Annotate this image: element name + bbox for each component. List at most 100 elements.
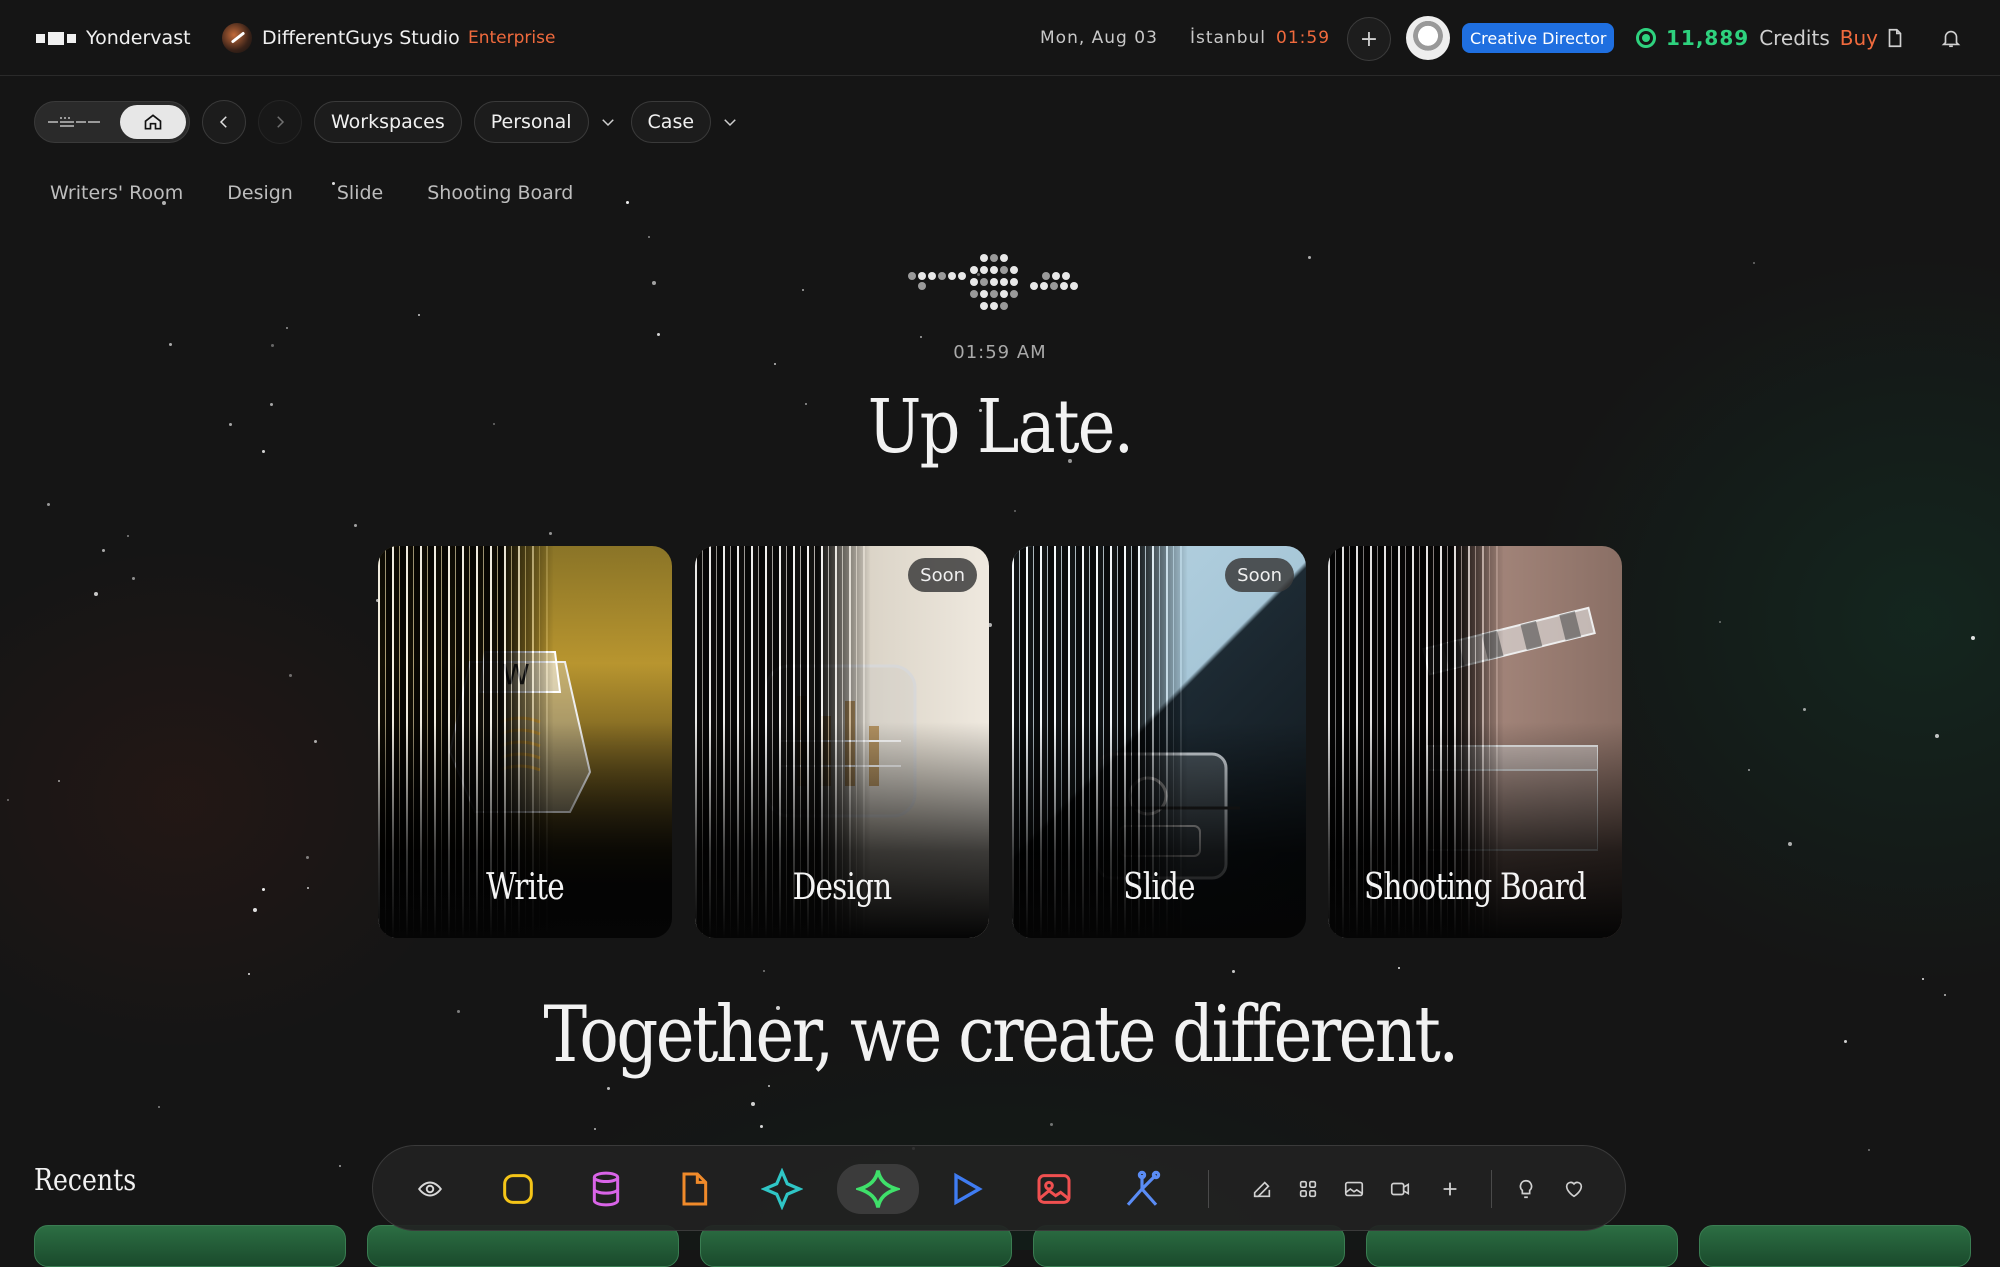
subnav-design[interactable]: Design — [227, 182, 293, 204]
dock-divider — [1208, 1170, 1209, 1208]
plus-icon[interactable] — [1425, 1164, 1475, 1214]
case-button[interactable]: Case — [630, 101, 712, 143]
grid-icon[interactable] — [1283, 1164, 1333, 1214]
subnav-writers-room[interactable]: Writers' Room — [50, 182, 183, 204]
recent-item[interactable] — [367, 1225, 679, 1267]
recent-item[interactable] — [1366, 1225, 1678, 1267]
forward-button[interactable] — [258, 100, 302, 144]
add-button[interactable]: + — [1347, 17, 1391, 61]
studio-name: DifferentGuys Studio — [262, 27, 460, 49]
write-card[interactable]: W Write — [378, 546, 672, 938]
database-icon[interactable] — [581, 1164, 631, 1214]
logo-dot — [958, 272, 966, 280]
star — [607, 1087, 610, 1090]
recent-item[interactable] — [700, 1225, 1012, 1267]
eye-icon[interactable] — [405, 1164, 455, 1214]
star — [307, 887, 309, 889]
logo-dot — [980, 278, 988, 286]
sparkle-icon[interactable] — [837, 1164, 919, 1214]
logo-dot — [948, 272, 956, 280]
star — [1308, 256, 1311, 259]
image-small-icon[interactable] — [1329, 1164, 1379, 1214]
edit-icon[interactable] — [1237, 1164, 1287, 1214]
image-icon[interactable] — [1029, 1164, 1079, 1214]
card-title: Write — [486, 867, 565, 908]
workspaces-button[interactable]: Workspaces — [314, 101, 462, 143]
logo-dot — [970, 266, 978, 274]
logo-dot — [980, 266, 988, 274]
brand-name: Yondervast — [86, 27, 191, 49]
logo-dot — [1010, 266, 1018, 274]
video-icon[interactable] — [1375, 1164, 1425, 1214]
role-badge[interactable]: Creative Director — [1462, 23, 1615, 53]
studio-switcher[interactable]: DifferentGuys Studio — [222, 0, 460, 76]
logo-dot — [980, 254, 988, 262]
user-avatar[interactable] — [1406, 16, 1450, 60]
buy-credits-link[interactable]: Buy — [1840, 26, 1878, 50]
city-clock: İstanbul 01:59 — [1190, 0, 1330, 76]
diamond-star-icon[interactable] — [757, 1164, 807, 1214]
logo-dot — [1000, 290, 1008, 298]
star — [1844, 1040, 1847, 1043]
star — [1868, 1149, 1870, 1151]
brand-logo[interactable]: Yondervast — [36, 0, 191, 76]
heart-icon[interactable] — [1549, 1164, 1599, 1214]
logo-dot — [970, 278, 978, 286]
star — [648, 236, 650, 238]
logo-dot — [1040, 282, 1048, 290]
shooting-board-card[interactable]: Shooting Board — [1328, 546, 1622, 938]
view-toggle[interactable] — [34, 101, 190, 143]
chevron-down-icon[interactable] — [597, 113, 619, 131]
home-icon[interactable] — [120, 105, 186, 139]
card-title: Slide — [1123, 867, 1195, 908]
logo-dot — [990, 290, 998, 298]
logo-dot — [1062, 272, 1070, 280]
hero-clock: 01:59 AM — [953, 342, 1047, 363]
dots-mini-icon[interactable] — [38, 105, 110, 139]
logo-dot — [1052, 272, 1060, 280]
recent-item[interactable] — [1699, 1225, 1971, 1267]
star — [289, 674, 292, 677]
logo-dot — [1010, 278, 1018, 286]
star — [262, 888, 265, 891]
star — [751, 1102, 755, 1106]
square-icon[interactable] — [493, 1164, 543, 1214]
subnav-slide[interactable]: Slide — [337, 182, 383, 204]
star — [132, 577, 135, 580]
star — [418, 314, 420, 316]
star — [1050, 1123, 1053, 1126]
design-card[interactable]: Soon Design — [695, 546, 989, 938]
top-bar: Yondervast DifferentGuys Studio Enterpri… — [0, 0, 2000, 76]
star — [1971, 636, 1975, 640]
recent-item[interactable] — [34, 1225, 346, 1267]
city-name: İstanbul — [1190, 28, 1267, 48]
soon-badge: Soon — [908, 558, 977, 592]
subnav-shooting-board[interactable]: Shooting Board — [427, 182, 573, 204]
star — [774, 363, 776, 365]
logo-dot — [970, 290, 978, 298]
recent-item[interactable] — [1033, 1225, 1345, 1267]
document-icon[interactable] — [1884, 0, 1906, 76]
branch-icon[interactable] — [1117, 1164, 1167, 1214]
chevron-down-icon[interactable] — [719, 113, 741, 131]
personal-button[interactable]: Personal — [473, 101, 589, 143]
star — [594, 1128, 596, 1130]
logo-dot — [1000, 254, 1008, 262]
play-icon[interactable] — [941, 1164, 991, 1214]
bell-icon[interactable] — [1940, 0, 1962, 76]
star — [1014, 510, 1016, 512]
soon-badge: Soon — [1225, 558, 1294, 592]
star — [920, 336, 922, 338]
star — [1232, 970, 1235, 973]
dot-matrix-logo — [906, 254, 1096, 322]
star — [1935, 734, 1939, 738]
slide-card[interactable]: Soon Slide — [1012, 546, 1306, 938]
plan-badge: Enterprise — [468, 28, 556, 48]
recents-heading: Recents — [34, 1163, 137, 1198]
logo-dot — [1060, 282, 1068, 290]
star — [306, 856, 309, 859]
star — [768, 1085, 770, 1087]
bulb-icon[interactable] — [1501, 1164, 1551, 1214]
file-icon[interactable] — [669, 1164, 719, 1214]
back-button[interactable] — [202, 100, 246, 144]
